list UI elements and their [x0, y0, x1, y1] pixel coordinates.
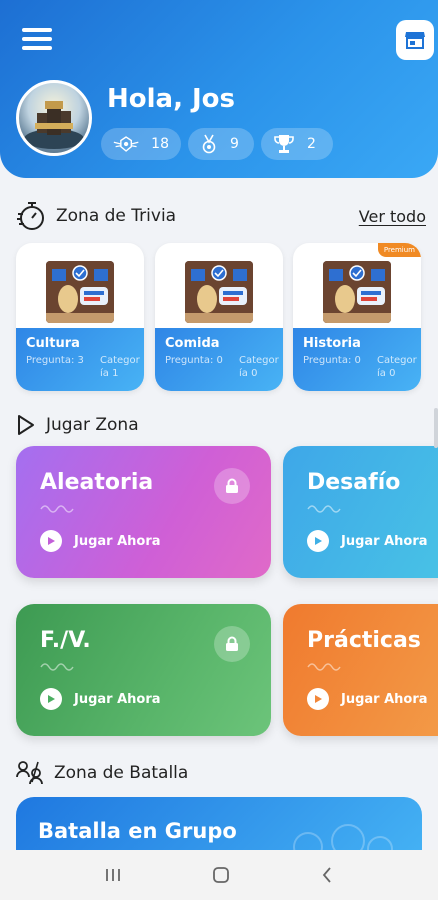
trivia-illustration	[185, 261, 253, 323]
wave-icon	[307, 663, 341, 671]
trivia-card-historia[interactable]: Premium Historia Pregunta: 0 Categor ía 0	[293, 243, 421, 391]
wave-icon	[40, 505, 74, 513]
stat-badge-value: 18	[151, 136, 169, 152]
play-now-button[interactable]: Jugar Ahora	[40, 688, 161, 710]
play-now-button[interactable]: Jugar Ahora	[307, 688, 428, 710]
play-card-fv[interactable]: F./V. Jugar Ahora	[16, 604, 271, 736]
play-now-button[interactable]: Jugar Ahora	[40, 530, 161, 552]
system-nav-bar	[0, 850, 438, 900]
play-card-title: Prácticas	[307, 628, 421, 653]
back-icon[interactable]	[320, 866, 334, 884]
battle-section-title: Zona de Batalla	[16, 760, 188, 786]
trivia-card-question: Pregunta: 0	[303, 355, 361, 366]
stopwatch-icon	[17, 202, 44, 230]
play-icon	[40, 688, 62, 710]
stat-trophy: 2	[261, 128, 333, 160]
menu-icon[interactable]	[22, 28, 52, 54]
lock-icon	[214, 626, 250, 662]
play-card-title: Desafío	[307, 470, 401, 495]
trivia-illustration	[46, 261, 114, 323]
trivia-card-comida[interactable]: Comida Pregunta: 0 Categor ía 0	[155, 243, 283, 391]
trivia-illustration	[323, 261, 391, 323]
trivia-card-name: Cultura	[26, 336, 80, 351]
play-icon	[307, 688, 329, 710]
play-card-title: Aleatoria	[40, 470, 154, 495]
wave-icon	[40, 663, 74, 671]
trivia-card-category: Categor ía 1	[100, 355, 140, 379]
trivia-section-title: Zona de Trivia	[16, 200, 176, 232]
play-now-button[interactable]: Jugar Ahora	[307, 530, 428, 552]
store-icon	[405, 32, 425, 49]
trivia-card-question: Pregunta: 3	[26, 355, 84, 366]
recent-apps-icon[interactable]	[104, 867, 122, 883]
trivia-card-cultura[interactable]: Cultura Pregunta: 3 Categor ía 1	[16, 243, 144, 391]
scroll-handle[interactable]	[434, 408, 438, 448]
trivia-card-category: Categor ía 0	[377, 355, 417, 379]
greeting: Hola, Jos	[107, 84, 236, 114]
battle-card-title: Batalla en Grupo	[38, 819, 237, 843]
wave-icon	[307, 505, 341, 513]
avatar[interactable]	[16, 80, 92, 156]
medal-icon	[202, 134, 216, 154]
stat-trophy-value: 2	[307, 136, 316, 152]
play-outline-icon	[18, 415, 34, 435]
stat-medal: 9	[188, 128, 254, 160]
trivia-card-name: Historia	[303, 336, 361, 351]
play-card-desafio[interactable]: Desafío Jugar Ahora	[283, 446, 438, 578]
store-button[interactable]	[396, 20, 434, 60]
trivia-card-category: Categor ía 0	[239, 355, 279, 379]
see-all-link[interactable]: Ver todo	[359, 207, 426, 226]
play-card-aleatoria[interactable]: Aleatoria Jugar Ahora	[16, 446, 271, 578]
play-icon	[40, 530, 62, 552]
trivia-card-question: Pregunta: 0	[165, 355, 223, 366]
lock-icon	[214, 468, 250, 504]
badge-icon	[113, 136, 139, 152]
trophy-icon	[274, 135, 294, 153]
play-card-practicas[interactable]: Prácticas Jugar Ahora	[283, 604, 438, 736]
stat-badge: 18	[101, 128, 181, 160]
play-icon	[307, 530, 329, 552]
home-icon[interactable]	[211, 865, 231, 885]
play-section-title: Jugar Zona	[16, 414, 139, 436]
premium-badge: Premium	[377, 243, 421, 257]
header: Hola, Jos 18 9 2	[0, 0, 438, 178]
play-title: Jugar Zona	[46, 415, 139, 435]
trivia-title: Zona de Trivia	[56, 206, 177, 226]
play-card-title: F./V.	[40, 628, 91, 653]
users-icon	[16, 761, 43, 785]
trivia-card-name: Comida	[165, 336, 220, 351]
stat-medal-value: 9	[230, 136, 239, 152]
battle-title: Zona de Batalla	[54, 763, 189, 783]
